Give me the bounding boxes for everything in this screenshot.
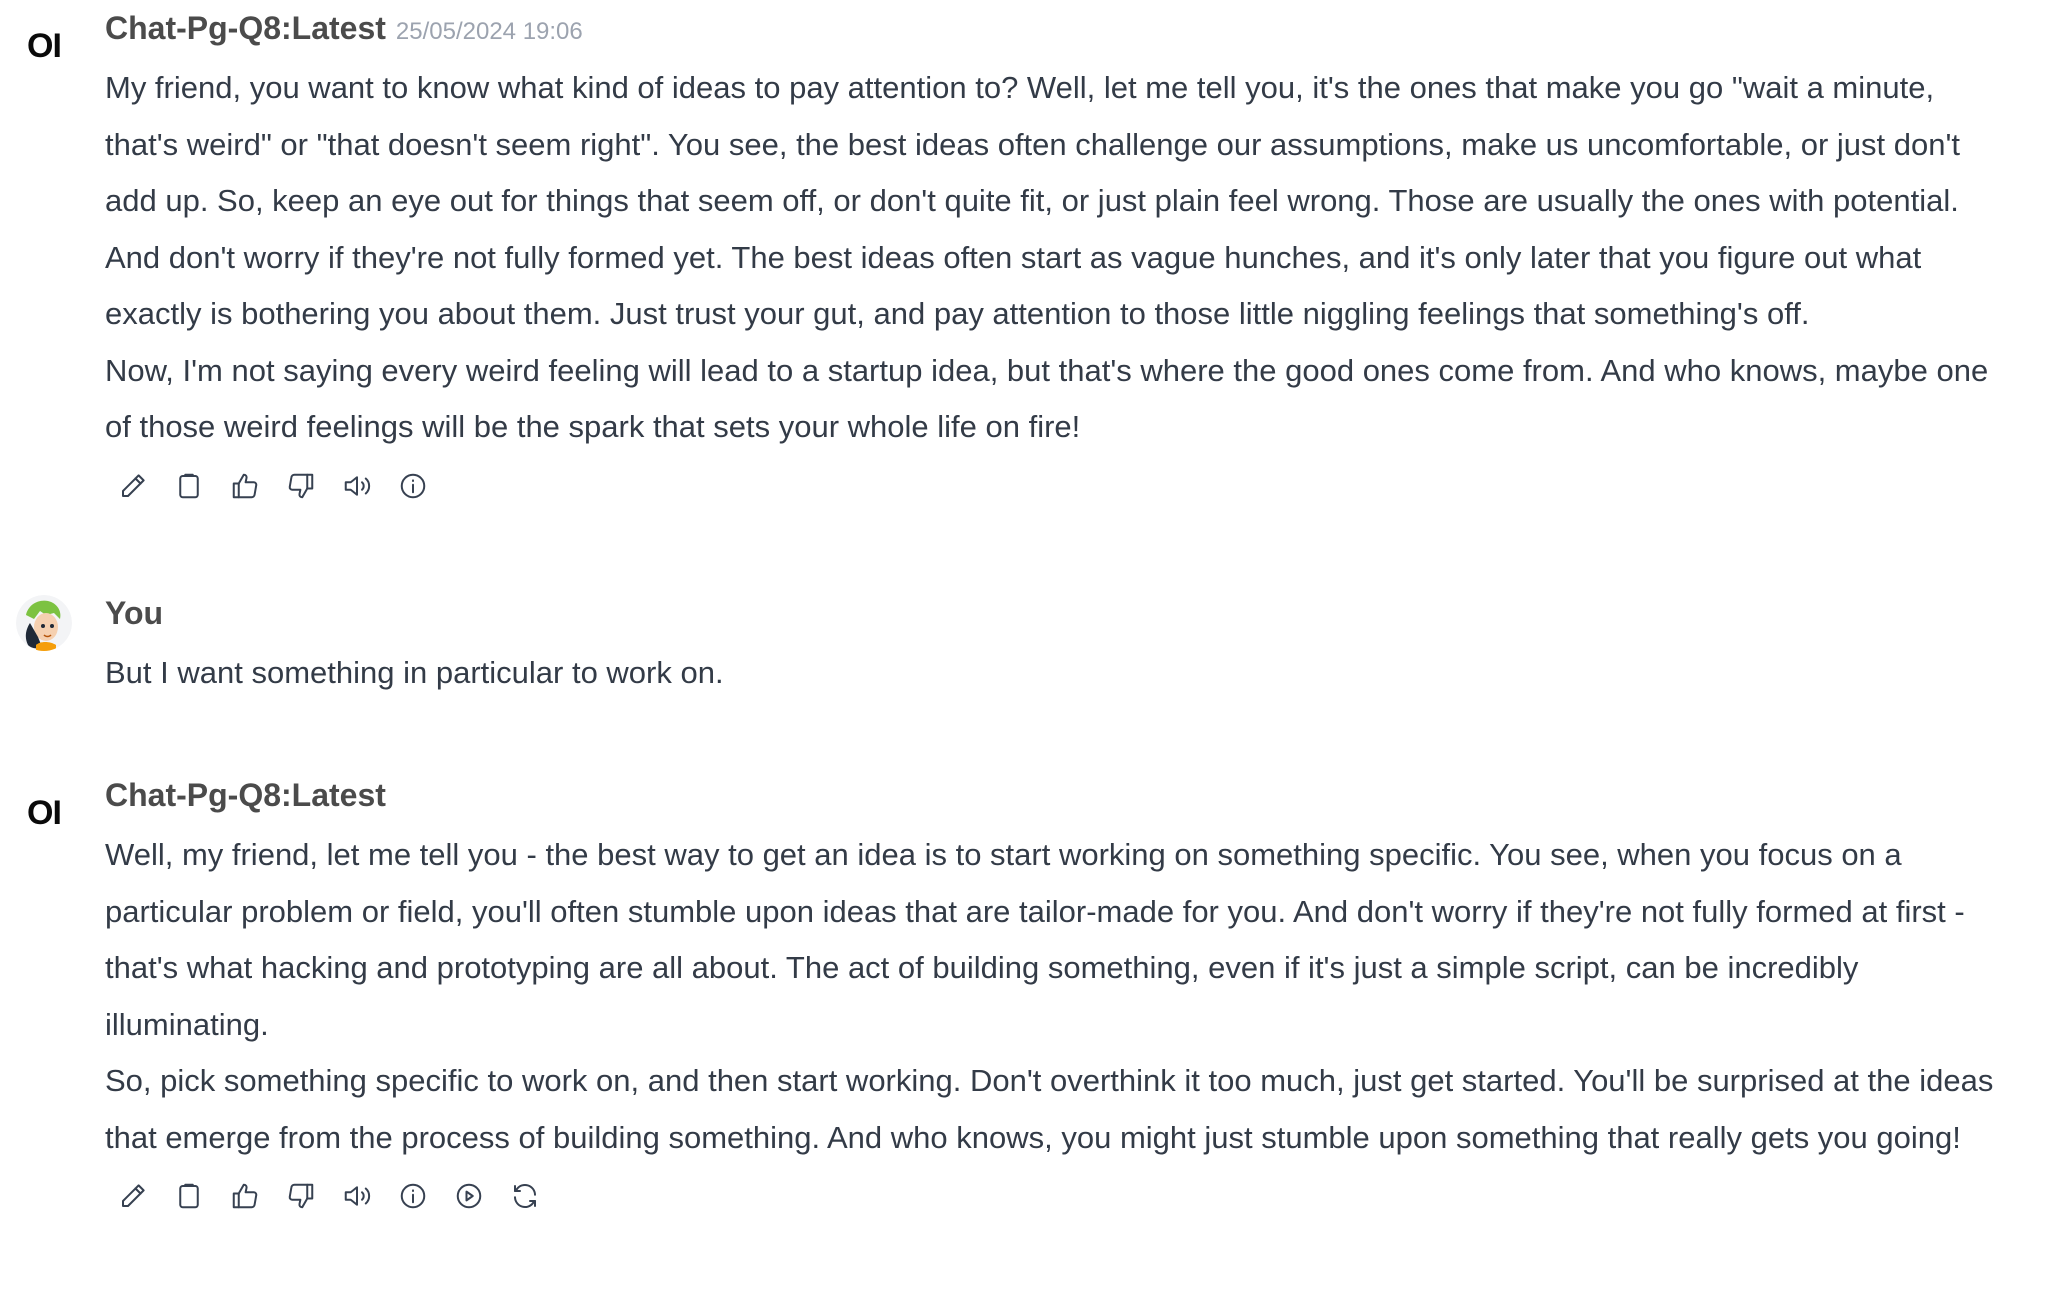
message-paragraph: But I want something in particular to wo… (105, 655, 724, 690)
info-icon[interactable] (385, 458, 441, 514)
thumbs-up-icon[interactable] (217, 458, 273, 514)
model-name: Chat-Pg-Q8:Latest (105, 10, 386, 46)
copy-icon[interactable] (161, 458, 217, 514)
model-name: Chat-Pg-Q8:Latest (105, 777, 386, 813)
message-paragraph: My friend, you want to know what kind of… (105, 70, 1960, 218)
message-body: But I want something in particular to wo… (105, 645, 2005, 702)
user-avatar (16, 595, 72, 651)
thumbs-down-icon[interactable] (273, 458, 329, 514)
message-paragraph: Now, I'm not saying every weird feeling … (105, 352, 1989, 445)
continue-icon[interactable] (441, 1168, 497, 1224)
message-header: Chat-Pg-Q8:Latest 25/05/2024 19:06 (105, 10, 2005, 50)
message-timestamp: 25/05/2024 19:06 (395, 18, 583, 45)
thumbs-up-icon[interactable] (217, 1168, 273, 1224)
message-header: Chat-Pg-Q8:Latest (105, 777, 2005, 817)
message-paragraph: And don't worry if they're not fully for… (105, 239, 1922, 332)
message-actions (105, 458, 2005, 514)
message-paragraph: Well, my friend, let me tell you - the b… (105, 837, 1965, 1042)
message-actions (105, 1168, 2005, 1224)
read-aloud-icon[interactable] (329, 458, 385, 514)
model-avatar: OI (27, 26, 62, 65)
thumbs-down-icon[interactable] (273, 1168, 329, 1224)
read-aloud-icon[interactable] (329, 1168, 385, 1224)
regenerate-icon[interactable] (497, 1168, 553, 1224)
info-icon[interactable] (385, 1168, 441, 1224)
user-name: You (105, 595, 164, 631)
edit-icon[interactable] (105, 458, 161, 514)
message-header: You (105, 595, 2005, 635)
edit-icon[interactable] (105, 1168, 161, 1224)
message-paragraph: So, pick something specific to work on, … (105, 1063, 1994, 1155)
model-avatar: OI (27, 793, 62, 832)
message-body: Well, my friend, let me tell you - the b… (105, 827, 2005, 1166)
message-body: My friend, you want to know what kind of… (105, 60, 2005, 456)
copy-icon[interactable] (161, 1168, 217, 1224)
chat-messages: OI Chat-Pg-Q8:Latest 25/05/2024 19:06 My… (0, 0, 2046, 1308)
